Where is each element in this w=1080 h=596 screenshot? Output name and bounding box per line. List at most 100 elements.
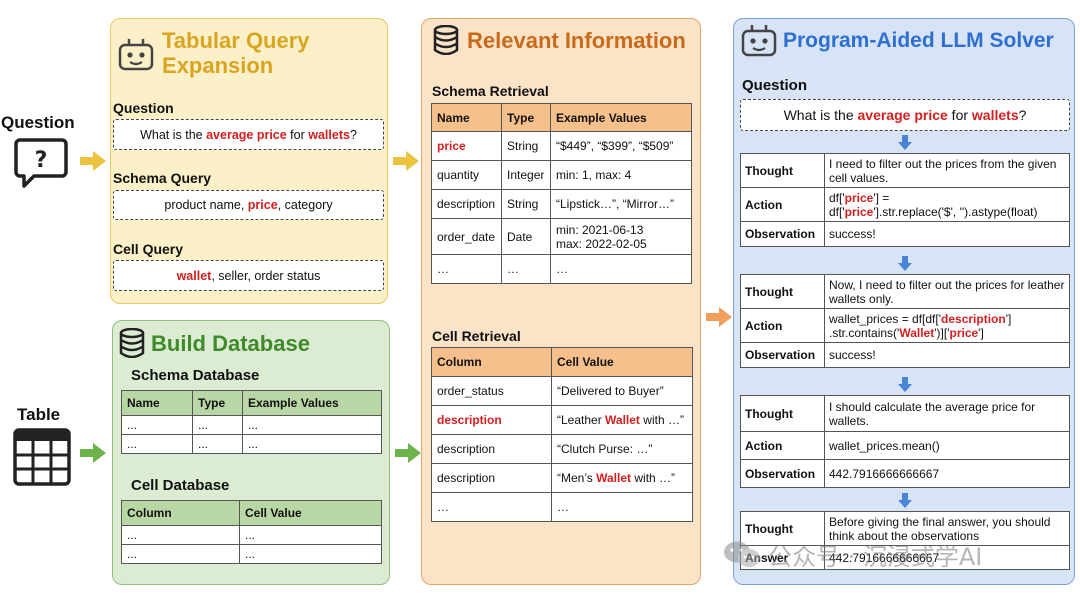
thought-label: Thought <box>740 274 825 309</box>
action-code: wallet_prices = df[df['description'] .str… <box>824 308 1070 343</box>
text: ? <box>349 127 357 142</box>
solver-step-2: Thought Now, I need to filter out the pri… <box>740 274 1070 368</box>
cell-database-table: Column Cell Value ...... ...... <box>121 500 382 564</box>
col-header: Type <box>192 390 243 416</box>
observation-text: 442.7916666666667 <box>824 459 1070 488</box>
arrow-right-icon <box>80 151 106 171</box>
text: What is the <box>783 107 858 123</box>
text: , category <box>277 198 333 212</box>
cell: … <box>550 254 692 284</box>
schema-query-box: product name, price, category <box>113 190 384 220</box>
text: with …” <box>631 471 676 485</box>
code: ')][' <box>934 325 950 340</box>
title-line: Expansion <box>162 53 274 78</box>
highlight: Wallet <box>605 413 640 427</box>
text: “Men’s <box>557 471 597 485</box>
cell: “Leather Wallet with …” <box>551 405 693 435</box>
text: for <box>286 127 309 142</box>
cell: Integer <box>501 160 551 190</box>
code: '] <box>1005 311 1012 326</box>
arrow-down-icon <box>898 135 912 150</box>
line: max: 2022-02-05 <box>556 236 647 251</box>
text: , seller, order status <box>211 268 321 283</box>
col-header: Column <box>431 347 552 377</box>
line: wallet_prices = df[df['description'] <box>829 312 1065 326</box>
cell: “Delivered to Buyer” <box>551 376 693 406</box>
highlight: Wallet <box>596 471 632 485</box>
highlight: wallets <box>308 127 350 142</box>
database-icon <box>433 25 459 55</box>
arrow-down-icon <box>898 377 912 392</box>
cell: ... <box>242 415 382 435</box>
relevant-information-title: Relevant Information <box>467 28 686 53</box>
question-box: What is the average price for wallets? <box>113 119 384 150</box>
code: '] = <box>873 190 890 205</box>
build-database-title: Build Database <box>151 331 310 356</box>
observation-label: Observation <box>740 459 825 488</box>
code: wallet_prices = df[df[' <box>829 311 942 326</box>
code: '].str.replace('$', '').astype(float) <box>873 204 1038 219</box>
cell-query-box: wallet, seller, order status <box>113 260 384 291</box>
arrow-right-icon <box>393 151 419 171</box>
cell: ... <box>121 544 240 564</box>
observation-text: success! <box>824 221 1070 247</box>
highlight: Wallet <box>899 325 935 340</box>
wechat-icon <box>724 541 760 567</box>
schema-retrieval-label: Schema Retrieval <box>432 83 549 99</box>
robot-icon <box>118 39 154 71</box>
thought-label: Thought <box>740 395 825 432</box>
question-label: Question <box>1 113 75 132</box>
thought-text: Now, I need to filter out the prices for… <box>824 274 1070 309</box>
thought-label: Thought <box>740 153 825 188</box>
highlight: price <box>844 204 874 219</box>
highlight: average price <box>206 127 287 142</box>
cell: quantity <box>431 160 502 190</box>
cell-retrieval-label: Cell Retrieval <box>432 328 521 344</box>
solver-step-1: Thought I need to filter out the prices f… <box>740 153 1070 247</box>
cell: ... <box>121 525 240 545</box>
thought-text: I need to filter out the prices from the… <box>824 153 1070 188</box>
cell: ... <box>192 415 243 435</box>
cell: … <box>431 492 552 522</box>
cell: ... <box>121 415 193 435</box>
tabular-query-expansion-title: Tabular Query Expansion <box>162 28 310 78</box>
cell-database-label: Cell Database <box>131 477 230 494</box>
schema-database-table: Name Type Example Values ......... .......… <box>121 390 382 454</box>
code: '] <box>978 325 984 340</box>
solver-question-box: What is the average price for wallets? <box>740 99 1070 131</box>
line: df['price'].str.replace('$', '').astype(… <box>829 205 1065 219</box>
cell: description <box>431 405 552 435</box>
arrow-right-icon <box>395 443 421 463</box>
highlight: wallets <box>971 107 1019 123</box>
col-header: Type <box>501 103 551 132</box>
cell: description <box>431 434 552 464</box>
question-label: Question <box>113 100 174 116</box>
thought-text: I should calculate the average price for… <box>824 395 1070 432</box>
robot-icon <box>741 25 777 57</box>
cell: … <box>501 254 551 284</box>
col-header: Example Values <box>242 390 382 416</box>
cell: Date <box>501 218 551 255</box>
cell-retrieval-table: Column Cell Value order_status “Delivered … <box>431 347 693 522</box>
highlight: price <box>247 198 278 212</box>
cell: order_date <box>431 218 502 255</box>
table-grid-icon <box>13 428 71 486</box>
highlight: average price <box>857 107 948 123</box>
cell-query-label: Cell Query <box>113 241 184 257</box>
svg-text:?: ? <box>35 148 48 173</box>
solver-step-3: Thought I should calculate the average pr… <box>740 395 1070 488</box>
line: min: 2021-06-13 <box>556 222 644 237</box>
arrow-right-icon <box>706 307 732 327</box>
arrow-down-icon <box>898 493 912 508</box>
text: with …” <box>639 413 684 427</box>
schema-retrieval-table: Name Type Example Values price String “$449”… <box>431 103 692 284</box>
highlight: wallet <box>176 268 212 283</box>
cell: String <box>501 131 551 161</box>
database-icon <box>119 328 145 358</box>
text: for <box>947 107 972 123</box>
cell: String <box>501 189 551 219</box>
arrow-right-icon <box>80 443 106 463</box>
observation-text: success! <box>824 342 1070 368</box>
col-header: Name <box>121 390 193 416</box>
col-header: Name <box>431 103 502 132</box>
